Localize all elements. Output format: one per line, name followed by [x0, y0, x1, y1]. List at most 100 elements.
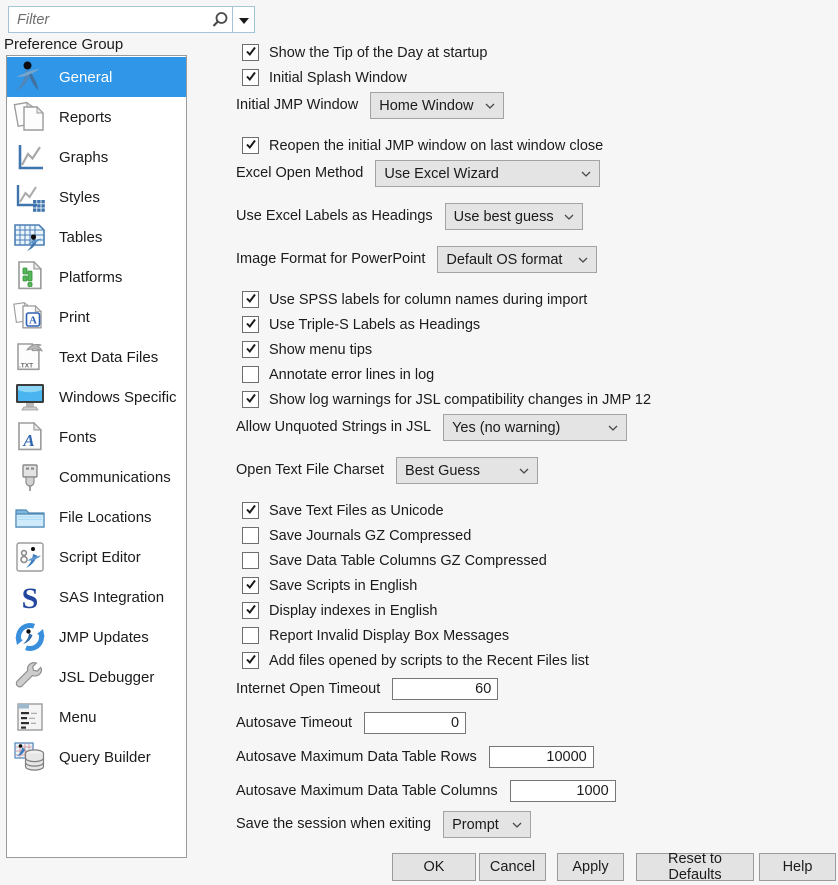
triple-s-labels-checkbox[interactable] [242, 316, 259, 333]
jmp-person-icon [13, 60, 47, 94]
folder-icon [13, 500, 47, 534]
pref-row-journals-gz: Save Journals GZ Compressed [236, 523, 836, 548]
pref-row-spss-labels: Use SPSS labels for column names during … [236, 287, 836, 312]
field-label: Allow Unquoted Strings in JSL [236, 419, 432, 435]
checkmark-icon [245, 577, 257, 595]
initial-jmp-window-dropdown[interactable]: Home Window [370, 92, 505, 119]
autosave-timeout-input[interactable] [364, 712, 467, 734]
reset-button[interactable]: Reset to Defaults [636, 851, 754, 883]
pref-row-autosave-cols: Autosave Maximum Data Table Columns [236, 775, 836, 809]
filter-dropdown-button[interactable] [233, 7, 254, 32]
journals-gz-checkbox[interactable] [242, 527, 259, 544]
ppt-image-format-dropdown[interactable]: Default OS format [437, 246, 598, 273]
sidebar-item-menu[interactable]: Menu [7, 697, 186, 737]
checkbox-label: Save Data Table Columns GZ Compressed [269, 552, 547, 569]
sidebar-item-windows-specific[interactable]: Windows Specific [7, 377, 186, 417]
text-charset-dropdown[interactable]: Best Guess [396, 457, 539, 484]
pref-row-save-session: Save the session when exiting Prompt [236, 809, 836, 852]
pref-row-initial-splash: Initial Splash Window [236, 65, 836, 90]
svg-text:.TXT: .TXT [19, 363, 33, 370]
invalid-display-box-checkbox[interactable] [242, 627, 259, 644]
spss-labels-checkbox[interactable] [242, 291, 259, 308]
sidebar-item-platforms[interactable]: Platforms [7, 257, 186, 297]
dropdown-value: Yes (no warning) [452, 419, 561, 436]
sas-s-icon: S [13, 580, 47, 614]
filter-input[interactable] [9, 7, 208, 32]
field-label: Image Format for PowerPoint [236, 251, 426, 267]
recent-files-checkbox[interactable] [242, 652, 259, 669]
sidebar-item-jsl-debugger[interactable]: JSL Debugger [7, 657, 186, 697]
show-menu-tips-checkbox[interactable] [242, 341, 259, 358]
sidebar-item-script-editor[interactable]: Script Editor [7, 537, 186, 577]
pref-row-autosave-timeout: Autosave Timeout [236, 707, 836, 741]
field-label: Autosave Maximum Data Table Columns [236, 783, 498, 799]
excel-labels-dropdown[interactable]: Use best guess [444, 203, 583, 230]
save-unicode-checkbox[interactable] [242, 502, 259, 519]
sidebar-item-jmp-updates[interactable]: JMP Updates [7, 617, 186, 657]
sidebar-item-print[interactable]: A Print [7, 297, 186, 337]
jsl-compat-warnings-checkbox[interactable] [242, 391, 259, 408]
pref-row-save-unicode: Save Text Files as Unicode [236, 498, 836, 523]
sidebar-item-reports[interactable]: Reports [7, 97, 186, 137]
sidebar-item-text-data-files[interactable]: .TXT Text Data Files [7, 337, 186, 377]
reopen-initial-checkbox[interactable] [242, 137, 259, 154]
apply-button[interactable]: Apply [557, 853, 624, 881]
pref-row-ppt-image-format: Image Format for PowerPoint Default OS fo… [236, 244, 836, 287]
sidebar-item-sas-integration[interactable]: S SAS Integration [7, 577, 186, 617]
checkbox-label: Save Scripts in English [269, 577, 418, 594]
indexes-english-checkbox[interactable] [242, 602, 259, 619]
checkbox-label: Annotate error lines in log [269, 366, 435, 383]
txt-file-icon: .TXT [13, 340, 47, 374]
field-label: Initial JMP Window [236, 97, 359, 113]
ok-button[interactable]: OK [392, 853, 476, 881]
annotate-errors-checkbox[interactable] [242, 366, 259, 383]
sidebar-item-file-locations[interactable]: File Locations [7, 497, 186, 537]
sidebar-item-communications[interactable]: Communications [7, 457, 186, 497]
checkbox-label: Reopen the initial JMP window on last wi… [269, 137, 604, 154]
internet-timeout-input[interactable] [392, 678, 499, 700]
cancel-button[interactable]: Cancel [479, 853, 546, 881]
field-label: Excel Open Method [236, 165, 364, 181]
database-grid-icon [13, 740, 47, 774]
checkmark-icon [245, 602, 257, 620]
bar-chart-page-icon [13, 260, 47, 294]
pref-row-show-menu-tips: Show menu tips [236, 337, 836, 362]
pref-row-recent-files: Add files opened by scripts to the Recen… [236, 648, 836, 673]
wrench-icon [13, 660, 47, 694]
scripts-english-checkbox[interactable] [242, 577, 259, 594]
dropdown-value: Prompt [452, 816, 499, 833]
preference-group-label: Preference Group [4, 36, 124, 53]
chevron-down-icon [581, 171, 591, 177]
sidebar-item-graphs[interactable]: Graphs [7, 137, 186, 177]
sidebar-item-label: JSL Debugger [59, 668, 155, 686]
sidebar-item-label: File Locations [59, 508, 152, 526]
pref-row-indexes-english: Display indexes in English [236, 598, 836, 623]
checkmark-icon [245, 652, 257, 670]
help-button[interactable]: Help [759, 853, 836, 881]
unquoted-strings-dropdown[interactable]: Yes (no warning) [443, 414, 628, 441]
autosave-rows-input[interactable] [488, 746, 594, 768]
search-icon [208, 10, 232, 30]
checkmark-icon [245, 137, 257, 155]
sidebar-item-tables[interactable]: Tables [7, 217, 186, 257]
caret-down-icon [238, 11, 249, 29]
checkmark-icon [245, 44, 257, 62]
excel-open-method-dropdown[interactable]: Use Excel Wizard [375, 160, 601, 187]
svg-text:S: S [22, 582, 39, 614]
dropdown-value: Best Guess [405, 462, 480, 479]
checkbox-label: Display indexes in English [269, 602, 438, 619]
initial-splash-checkbox[interactable] [242, 69, 259, 86]
field-label: Save the session when exiting [236, 816, 432, 832]
font-page-icon: A [13, 420, 47, 454]
sidebar-item-label: Tables [59, 228, 103, 246]
tip-of-day-checkbox[interactable] [242, 44, 259, 61]
autosave-cols-input[interactable] [509, 780, 616, 802]
sidebar-item-query-builder[interactable]: Query Builder [7, 737, 186, 777]
save-session-dropdown[interactable]: Prompt [443, 811, 532, 838]
sidebar-item-label: Query Builder [59, 748, 151, 766]
sidebar-item-general[interactable]: General [7, 57, 186, 97]
sidebar-item-label: Reports [59, 108, 112, 126]
columns-gz-checkbox[interactable] [242, 552, 259, 569]
sidebar-item-styles[interactable]: Styles [7, 177, 186, 217]
sidebar-item-fonts[interactable]: A Fonts [7, 417, 186, 457]
